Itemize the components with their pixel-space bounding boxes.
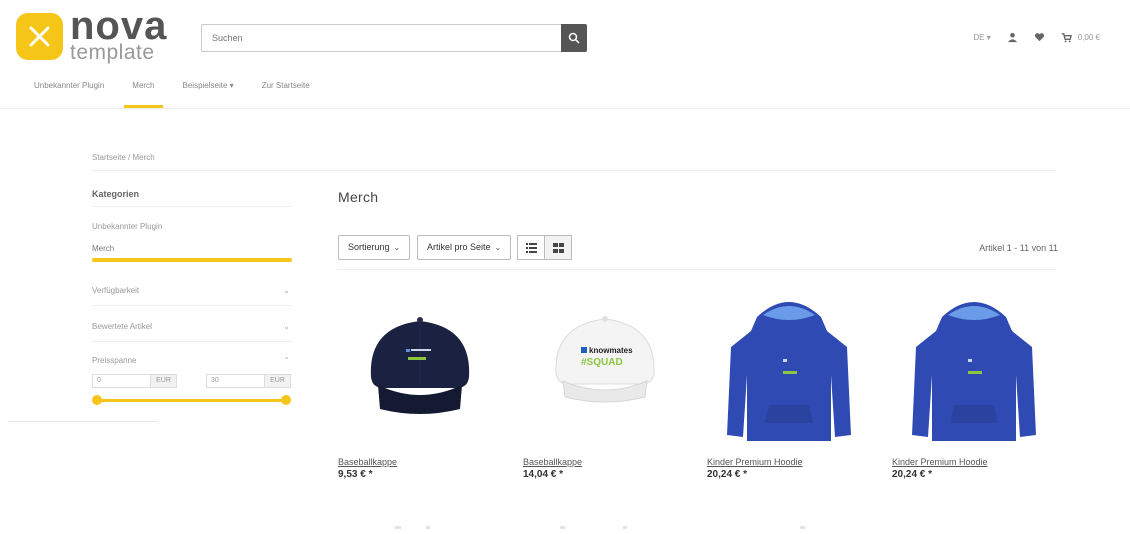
product-price: 20,24 € * — [707, 469, 748, 480]
filter-label: Verfügbarkeit — [92, 286, 140, 295]
sidebar-item-plugin[interactable]: Unbekannter Plugin — [92, 222, 162, 231]
price-max-value: 30 — [211, 377, 219, 384]
nav-item-label: Unbekannter Plugin — [34, 81, 105, 90]
cap-brand-print: knowmates — [589, 346, 633, 355]
nav-item-label: Zur Startseite — [261, 81, 310, 90]
user-icon[interactable] — [1007, 32, 1018, 43]
chevron-down-icon: ⌄ — [283, 322, 290, 331]
footer-fragment — [800, 526, 805, 529]
filter-availability[interactable]: Verfügbarkeit ⌄ — [92, 286, 292, 295]
logo[interactable]: nova template — [70, 6, 167, 63]
filter-rated-items[interactable]: Bewertete Artikel ⌄ — [92, 322, 292, 331]
filter-price-range[interactable]: Preisspanne ⌃ — [92, 356, 292, 365]
cart-icon — [1061, 33, 1072, 43]
price-max-input[interactable]: 30 EUR — [206, 374, 291, 388]
list-view-icon — [526, 243, 537, 253]
sidebar-divider — [92, 206, 292, 207]
header-actions: DE ▾ 0,00 € — [973, 32, 1100, 43]
nav-item-merch[interactable]: Merch — [124, 81, 163, 108]
footer-fragment — [560, 526, 565, 529]
price-min-input[interactable]: 0 EUR — [92, 374, 177, 388]
cap-tag-print: #SQUAD — [581, 357, 623, 368]
price-slider-max-handle[interactable] — [281, 395, 291, 405]
chevron-up-icon: ⌃ — [283, 356, 290, 365]
cart-button[interactable]: 0,00 € — [1061, 32, 1100, 43]
footer-fragment — [426, 526, 430, 529]
product-card[interactable]: Baseballkappe 9,53 € * — [338, 285, 503, 480]
logo-subtitle: template — [70, 41, 155, 64]
price-slider-min-handle[interactable] — [92, 395, 102, 405]
filter-label: Bewertete Artikel — [92, 322, 153, 331]
breadcrumb-divider — [92, 170, 1056, 171]
sidebar-bottom-divider — [8, 421, 158, 422]
product-name[interactable]: Baseballkappe — [338, 457, 397, 467]
product-image-blue-hoodie[interactable] — [892, 285, 1057, 450]
product-image-blue-hoodie[interactable] — [707, 285, 872, 450]
currency-unit: EUR — [264, 375, 290, 387]
logo-icon[interactable] — [16, 13, 63, 60]
nav-divider — [0, 108, 1130, 109]
language-selector[interactable]: DE ▾ — [973, 33, 990, 42]
filter-label: Preisspanne — [92, 356, 137, 365]
sort-label: Sortierung — [348, 242, 390, 252]
chevron-down-icon: ⌄ — [283, 286, 290, 295]
chevron-down-icon: ⌄ — [494, 243, 502, 252]
nav-item-beispielseite[interactable]: Beispielseite ▾ — [183, 81, 234, 100]
page-title: Merch — [338, 189, 379, 205]
nav-item-startseite[interactable]: Zur Startseite — [262, 81, 310, 100]
breadcrumb[interactable]: Startseite / Merch — [92, 153, 155, 162]
sort-dropdown[interactable]: Sortierung ⌄ — [338, 235, 411, 260]
sidebar-active-indicator — [92, 258, 292, 262]
sidebar-item-merch[interactable]: Merch — [92, 244, 114, 253]
per-page-label: Artikel pro Seite — [427, 242, 491, 252]
nav-item-label: Merch — [132, 81, 155, 90]
grid-view-button[interactable] — [544, 235, 572, 260]
logo-word: nova — [70, 4, 168, 48]
nav-item-plugin[interactable]: Unbekannter Plugin — [34, 81, 104, 100]
product-name[interactable]: Kinder Premium Hoodie — [707, 457, 803, 467]
item-count: Artikel 1 - 11 von 11 — [979, 243, 1058, 253]
chevron-down-icon: ⌄ — [393, 243, 401, 252]
product-price: 9,53 € * — [338, 469, 373, 480]
product-price: 20,24 € * — [892, 469, 933, 480]
footer-fragment — [395, 526, 401, 529]
language-label: DE — [973, 33, 985, 42]
filter-divider — [92, 305, 292, 306]
product-card[interactable]: Kinder Premium Hoodie 20,24 € * — [707, 285, 872, 480]
product-name[interactable]: Baseballkappe — [523, 457, 582, 467]
search-input[interactable] — [201, 24, 561, 52]
grid-view-icon — [553, 243, 564, 253]
price-slider-track[interactable] — [96, 399, 286, 402]
sidebar-title: Kategorien — [92, 189, 140, 199]
product-name[interactable]: Kinder Premium Hoodie — [892, 457, 988, 467]
list-view-button[interactable] — [517, 235, 545, 260]
cart-total: 0,00 € — [1077, 33, 1100, 42]
chevron-down-icon: ▾ — [229, 81, 234, 90]
product-card[interactable]: Kinder Premium Hoodie 20,24 € * — [892, 285, 1057, 480]
product-card[interactable]: knowmates #SQUAD Baseballkappe 14,04 € * — [523, 285, 688, 480]
search-icon — [568, 32, 580, 44]
currency-unit: EUR — [150, 375, 176, 387]
product-price: 14,04 € * — [523, 469, 564, 480]
product-image-navy-cap[interactable] — [338, 285, 503, 450]
wishlist-heart-icon[interactable] — [1034, 32, 1045, 43]
nav-item-label: Beispielseite — [182, 81, 228, 90]
toolbar-divider — [338, 269, 1056, 270]
search-button[interactable] — [561, 24, 587, 52]
per-page-dropdown[interactable]: Artikel pro Seite ⌄ — [417, 235, 512, 260]
main-nav: Unbekannter Plugin Merch Beispielseite ▾… — [34, 81, 338, 108]
search-bar — [201, 24, 587, 52]
price-min-value: 0 — [97, 377, 101, 384]
product-image-white-cap[interactable]: knowmates #SQUAD — [523, 285, 688, 450]
footer-fragment — [623, 526, 627, 529]
filter-divider — [92, 341, 292, 342]
